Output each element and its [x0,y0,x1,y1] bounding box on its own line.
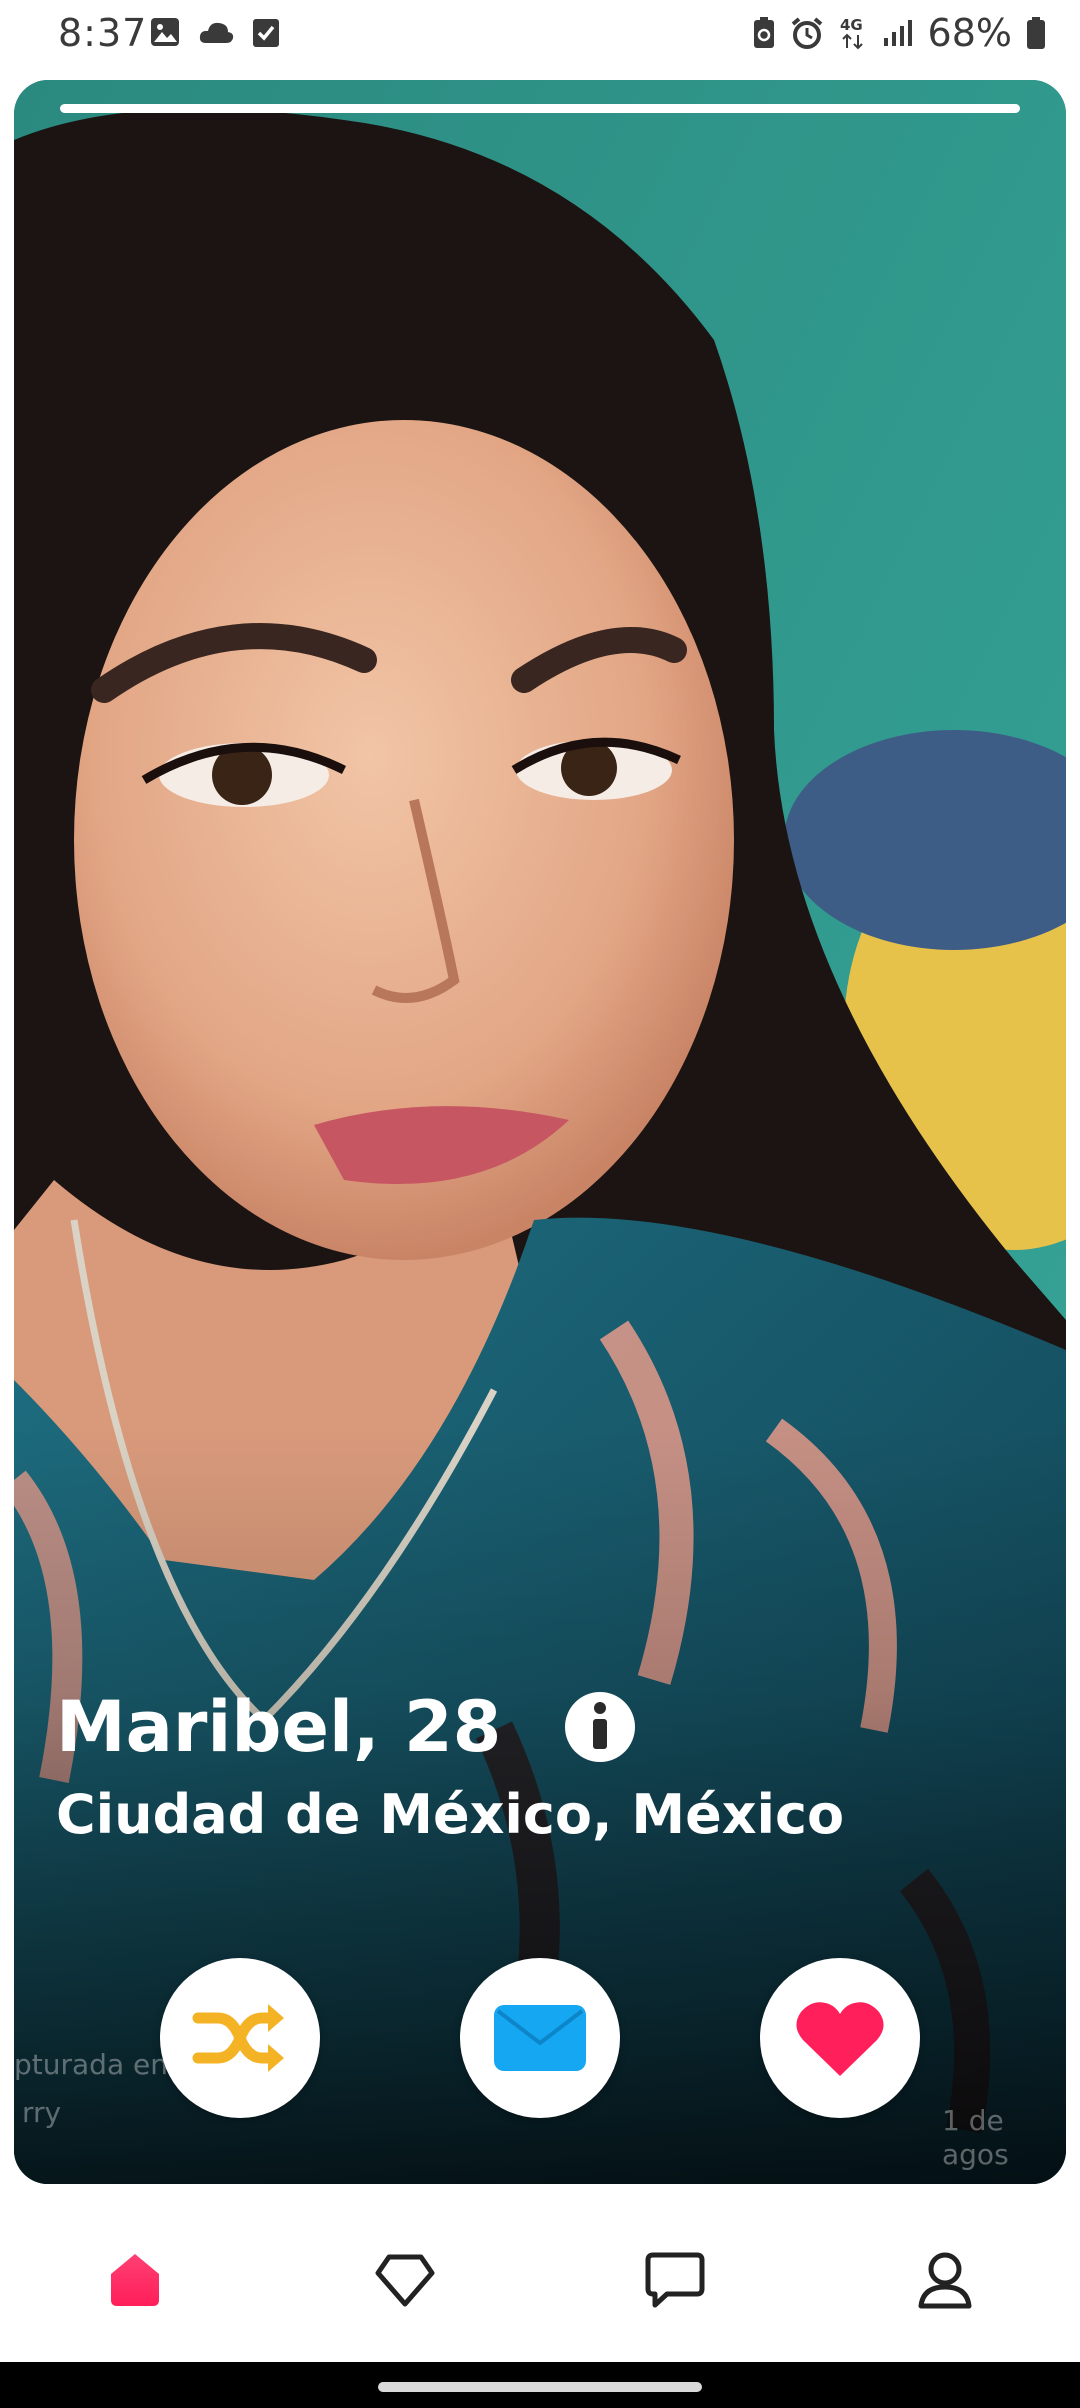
profile-icon [917,2251,973,2309]
status-left-icons [150,16,280,48]
shuffle-button[interactable] [160,1958,320,2118]
svg-text:4G: 4G [840,16,863,34]
bottom-navigation [0,2200,1080,2360]
photo-progress-bar [60,104,1020,113]
battery-saver-icon [752,16,776,50]
profile-card[interactable]: Maribel, 28 Ciudad de México, México ptu… [14,80,1066,2184]
alarm-icon [790,16,824,50]
photo-icon [150,17,180,47]
cloud-icon [198,19,234,45]
signal-icon [882,18,914,48]
like-button[interactable] [760,1958,920,2118]
battery-icon [1026,16,1046,50]
system-gesture-area [0,2362,1080,2408]
nav-chat[interactable] [640,2245,710,2315]
shuffle-icon [192,1998,288,2078]
nav-home[interactable] [100,2245,170,2315]
info-icon[interactable] [565,1692,636,1762]
diamond-icon [375,2253,435,2307]
status-bar: 8:37 4G 68% [0,0,1080,72]
profile-name-age: Maribel, 28 [56,1686,502,1768]
gesture-handle[interactable] [378,2382,702,2392]
profile-name-row: Maribel, 28 [56,1685,636,1769]
nav-profile[interactable] [910,2245,980,2315]
message-button[interactable] [460,1958,620,2118]
home-icon [107,2252,163,2308]
profile-location: Ciudad de México, México [56,1783,845,1846]
task-check-icon [252,16,280,48]
network-4g-icon: 4G [838,15,868,51]
status-right-icons: 4G 68% [752,8,1046,58]
message-envelope-icon [492,2003,588,2073]
chat-icon [645,2251,705,2309]
battery-percentage: 68% [927,11,1012,55]
nav-diamond[interactable] [370,2245,440,2315]
status-time: 8:37 [58,11,148,55]
heart-icon [795,1998,885,2078]
action-buttons [14,1958,1066,2118]
